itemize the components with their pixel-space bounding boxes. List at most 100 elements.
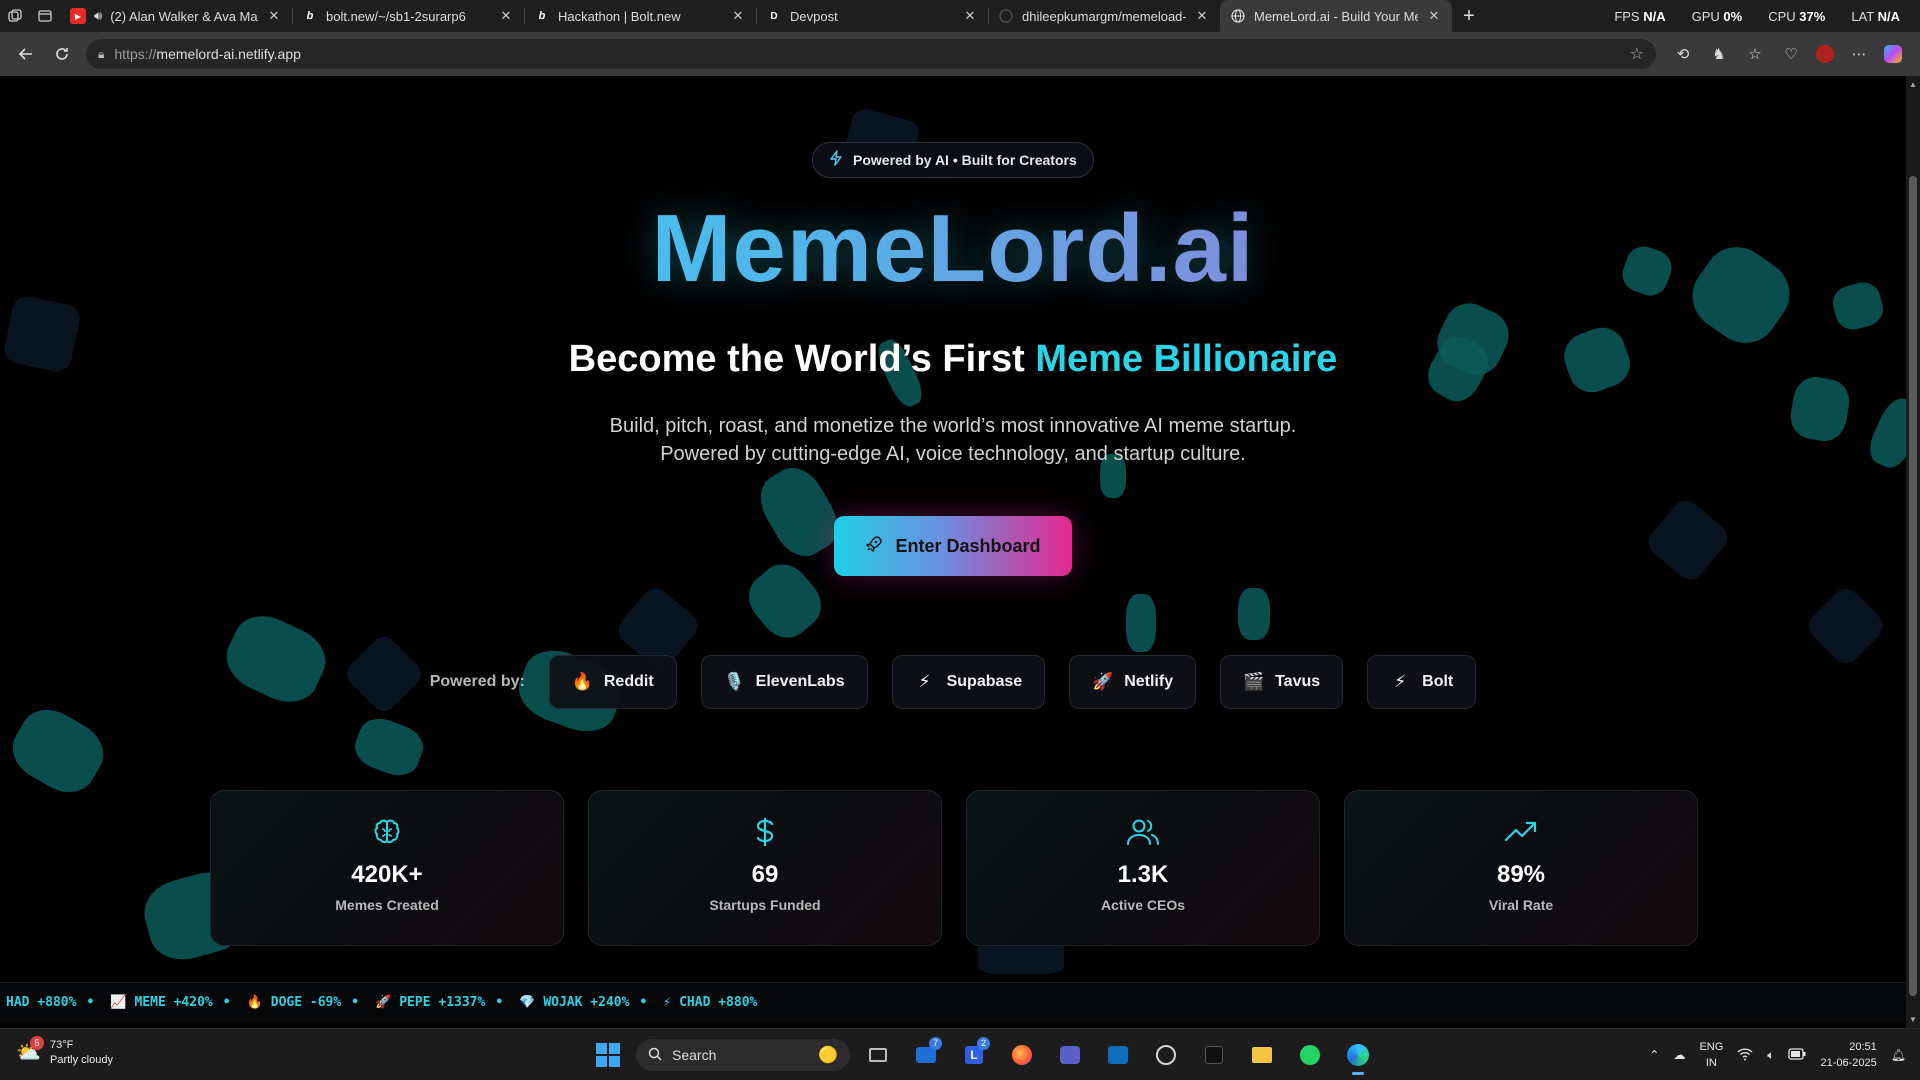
wifi-icon[interactable] [1737,1047,1753,1064]
partner-name: Tavus [1275,673,1321,690]
workspaces-icon[interactable] [0,1,30,31]
edge-app-icon[interactable] [1338,1035,1378,1075]
powered-by-label: Powered by: [429,673,525,690]
description-line-1: Build, pitch, roast, and monetize the wo… [609,415,1297,437]
tab-title: Hackathon | Bolt.new [558,8,681,24]
favorites-icon[interactable]: ☆ [1744,45,1766,63]
back-button[interactable] [8,36,44,72]
stat-card-memes: 420K+ Memes Created [210,790,564,946]
lat-value: N/A [1877,8,1900,24]
chevron-up-icon[interactable]: ⌃ [1649,1048,1659,1062]
scroll-up-arrow-icon[interactable]: ▲ [1906,80,1920,89]
page-scrollbar[interactable]: ▲ ▼ [1906,76,1920,1028]
taskbar-apps: Search 🟡 7 L2 [588,1035,1378,1075]
partner-chip-supabase[interactable]: ⚡ Supabase [891,655,1046,709]
volume-icon[interactable]: 🔈︎ [1767,1048,1774,1063]
ticker-separator: • [222,995,231,1010]
floating-shape [1642,494,1734,586]
extension-toolbar: ⟲ ♞ ☆ ♡ ⋯ [1672,45,1902,63]
ticker-item: 📈 MEME +420% [110,995,213,1010]
health-icon[interactable]: ♡ [1780,45,1802,63]
tab-memelord[interactable]: MemeLord.ai - Build Your Meme ✕ [1220,0,1452,32]
fps-label: FPS [1614,8,1640,24]
lightning-icon [829,150,843,170]
fire-icon: 🔥 [246,995,263,1010]
github-icon [998,8,1014,24]
cloud-sync-icon[interactable]: ☁︎ [1673,1048,1685,1062]
weather-widget[interactable]: ⛅ 5 73°F Partly cloudy [16,1036,113,1068]
hero-subtitle: Become the World’s First Meme Billionair… [0,338,1906,381]
floating-shape [1126,594,1156,652]
stat-label: Viral Rate [1488,897,1554,913]
media-player-icon[interactable] [1146,1035,1186,1075]
capcut-app-icon[interactable] [1194,1035,1234,1075]
ticker-item: 🚀 PEPE +1337% [375,995,486,1010]
close-tab-icon[interactable]: ✕ [1426,8,1442,24]
users-icon [1126,815,1160,849]
close-tab-icon[interactable]: ✕ [962,8,978,24]
partner-name: ElevenLabs [755,673,845,690]
floating-shape [2,698,114,804]
stat-value: 1.3K [1117,861,1169,888]
taskbar-search[interactable]: Search 🟡 [636,1039,850,1071]
partner-chip-tavus[interactable]: 🎬 Tavus [1220,655,1344,709]
scroll-down-arrow-icon[interactable]: ▼ [1906,1015,1920,1024]
partner-chip-reddit[interactable]: 🔥 Reddit [548,655,677,709]
scrollbar-thumb[interactable] [1909,176,1917,996]
tab-youtube[interactable]: ▶ 🔊︎ (2) Alan Walker & Ava Max - ✕ [60,0,292,32]
tab-title: dhileepkumargm/memeload-mo [1022,8,1186,24]
browser-essentials-icon[interactable]: ♞ [1708,45,1730,63]
stats-row: 420K+ Memes Created 69 Startups Funded 1… [210,790,1698,946]
file-explorer-icon[interactable] [1242,1035,1282,1075]
enter-dashboard-button[interactable]: Enter Dashboard [834,516,1072,576]
close-tab-icon[interactable]: ✕ [266,8,282,24]
close-tab-icon[interactable]: ✕ [730,8,746,24]
favorite-star-icon[interactable]: ☆ [1630,44,1644,64]
partner-name: Supabase [946,673,1023,690]
weather-temp: 73°F [50,1039,74,1051]
tab-devpost[interactable]: D Devpost ✕ [756,0,988,32]
close-tab-icon[interactable]: ✕ [498,8,514,24]
ticker-separator: • [351,995,360,1010]
tab-bolt-hackathon[interactable]: b Hackathon | Bolt.new ✕ [524,0,756,32]
ticker-item: 🔥 DOGE -69% [246,995,342,1010]
more-menu-icon[interactable]: ⋯ [1848,45,1870,63]
lock-icon[interactable]: 🔒︎ [98,47,104,62]
windows-start-icon[interactable] [588,1035,628,1075]
tab-title: Devpost [790,8,838,24]
url-bar[interactable]: 🔒︎ https://memelord-ai.netlify.app ☆ [86,39,1656,69]
system-tray: ⌃ ☁︎ ENG IN 🔈︎ 20:51 21-06-2025 🔔︎ [1649,1035,1906,1075]
outlook-app-icon[interactable] [1098,1035,1138,1075]
language-indicator[interactable]: ENG IN [1699,1039,1723,1071]
tab-bolt-project[interactable]: b bolt.new/~/sb1-2surarp6 ✕ [292,0,524,32]
partner-chip-elevenlabs[interactable]: 🎙️ ElevenLabs [700,655,868,709]
whatsapp-app-icon[interactable] [1290,1035,1330,1075]
chart-up-icon: 📈 [110,995,127,1010]
enter-dashboard-label: Enter Dashboard [895,535,1041,556]
clock[interactable]: 20:51 21-06-2025 [1820,1039,1876,1071]
profile-avatar-icon[interactable] [1816,45,1834,63]
extensions-icon[interactable]: ⟲ [1672,45,1694,63]
battery-icon[interactable] [1788,1047,1806,1063]
tab-github[interactable]: dhileepkumargm/memeload-mo ✕ [988,0,1220,32]
notifications-icon[interactable]: 🔔︎ [1891,1048,1906,1062]
close-tab-icon[interactable]: ✕ [1194,8,1210,24]
cpu-label: CPU [1768,8,1796,24]
clock-time: 20:51 [1849,1041,1877,1053]
partner-chip-bolt[interactable]: ⚡ Bolt [1367,655,1477,709]
refresh-button[interactable] [44,36,80,72]
firefox-app-icon[interactable] [1002,1035,1042,1075]
stat-value: 420K+ [351,861,423,888]
screen: ▶ 🔊︎ (2) Alan Walker & Ava Max - ✕ b bol… [0,0,1920,1080]
tab-actions-icon[interactable] [30,1,60,31]
audio-playing-icon[interactable]: 🔊︎ [94,8,102,24]
teams-app-icon[interactable]: L2 [954,1035,994,1075]
task-view-icon[interactable] [858,1035,898,1075]
mail-app-icon[interactable]: 7 [906,1035,946,1075]
copilot-icon[interactable] [1884,45,1902,63]
partner-chip-netlify[interactable]: 🚀 Netlify [1069,655,1197,709]
rocket-icon [865,535,883,558]
teams-chat-icon[interactable] [1050,1035,1090,1075]
url-text[interactable]: https://memelord-ai.netlify.app [114,46,1619,62]
new-tab-button[interactable]: + [1452,5,1486,28]
